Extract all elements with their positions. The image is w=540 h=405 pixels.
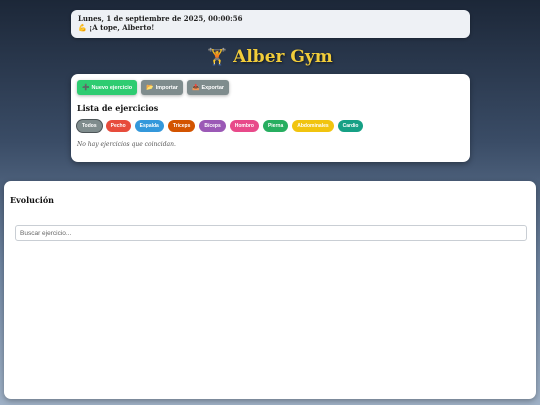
brand-header: 🏋️ Alber Gym xyxy=(0,44,540,70)
empty-list-message: No hay ejercicios que coincidan. xyxy=(77,141,176,148)
export-button[interactable]: 📤 Exportar xyxy=(186,80,230,95)
exercise-list-title: Lista de ejercicios xyxy=(77,103,159,113)
evolution-panel: Evolución xyxy=(4,181,536,399)
filter-chip-todos[interactable]: Todos xyxy=(77,120,102,132)
status-greeting: 💪 ¡A tope, Alberto! xyxy=(78,23,463,33)
filter-chip-abdominales[interactable]: Abdominales xyxy=(292,120,334,132)
filter-chip-espalda[interactable]: Espalda xyxy=(134,120,164,132)
status-datetime: Lunes, 1 de septiembre de 2025, 00:00:56 xyxy=(78,14,243,23)
filter-chip-cardio[interactable]: Cardio xyxy=(337,120,364,132)
plus-icon: ➕ xyxy=(82,85,90,91)
filter-chip-biceps[interactable]: Bíceps xyxy=(199,120,226,132)
exercise-search-input[interactable] xyxy=(15,225,527,241)
muscle-icon: 💪 xyxy=(78,23,87,32)
export-label: Exportar xyxy=(201,84,225,91)
exercise-card: ➕ Nuevo ejercicio 📂 Importar 📤 Exportar … xyxy=(71,74,470,162)
filter-chip-pierna[interactable]: Pierna xyxy=(262,120,289,132)
new-exercise-label: Nuevo ejercicio xyxy=(91,84,133,91)
import-button[interactable]: 📂 Importar xyxy=(141,80,183,95)
brand-title: Alber Gym xyxy=(233,47,333,67)
new-exercise-button[interactable]: ➕ Nuevo ejercicio xyxy=(77,80,138,95)
filter-chip-triceps[interactable]: Tríceps xyxy=(167,120,196,132)
greeting-text: ¡A tope, Alberto! xyxy=(89,23,155,32)
muscle-filter-chips: Todos Pecho Espalda Tríceps Bíceps Hombr… xyxy=(77,120,464,132)
filter-chip-pecho[interactable]: Pecho xyxy=(105,120,131,132)
evolution-title: Evolución xyxy=(10,195,54,205)
weightlifter-icon: 🏋️ xyxy=(207,47,228,66)
toolbar: ➕ Nuevo ejercicio 📂 Importar 📤 Exportar xyxy=(77,80,464,95)
filter-chip-hombro[interactable]: Hombro xyxy=(229,120,259,132)
status-bar: Lunes, 1 de septiembre de 2025, 00:00:56… xyxy=(71,10,470,38)
folder-icon: 📂 xyxy=(146,85,154,91)
export-icon: 📤 xyxy=(191,85,200,91)
import-label: Importar xyxy=(155,84,178,91)
